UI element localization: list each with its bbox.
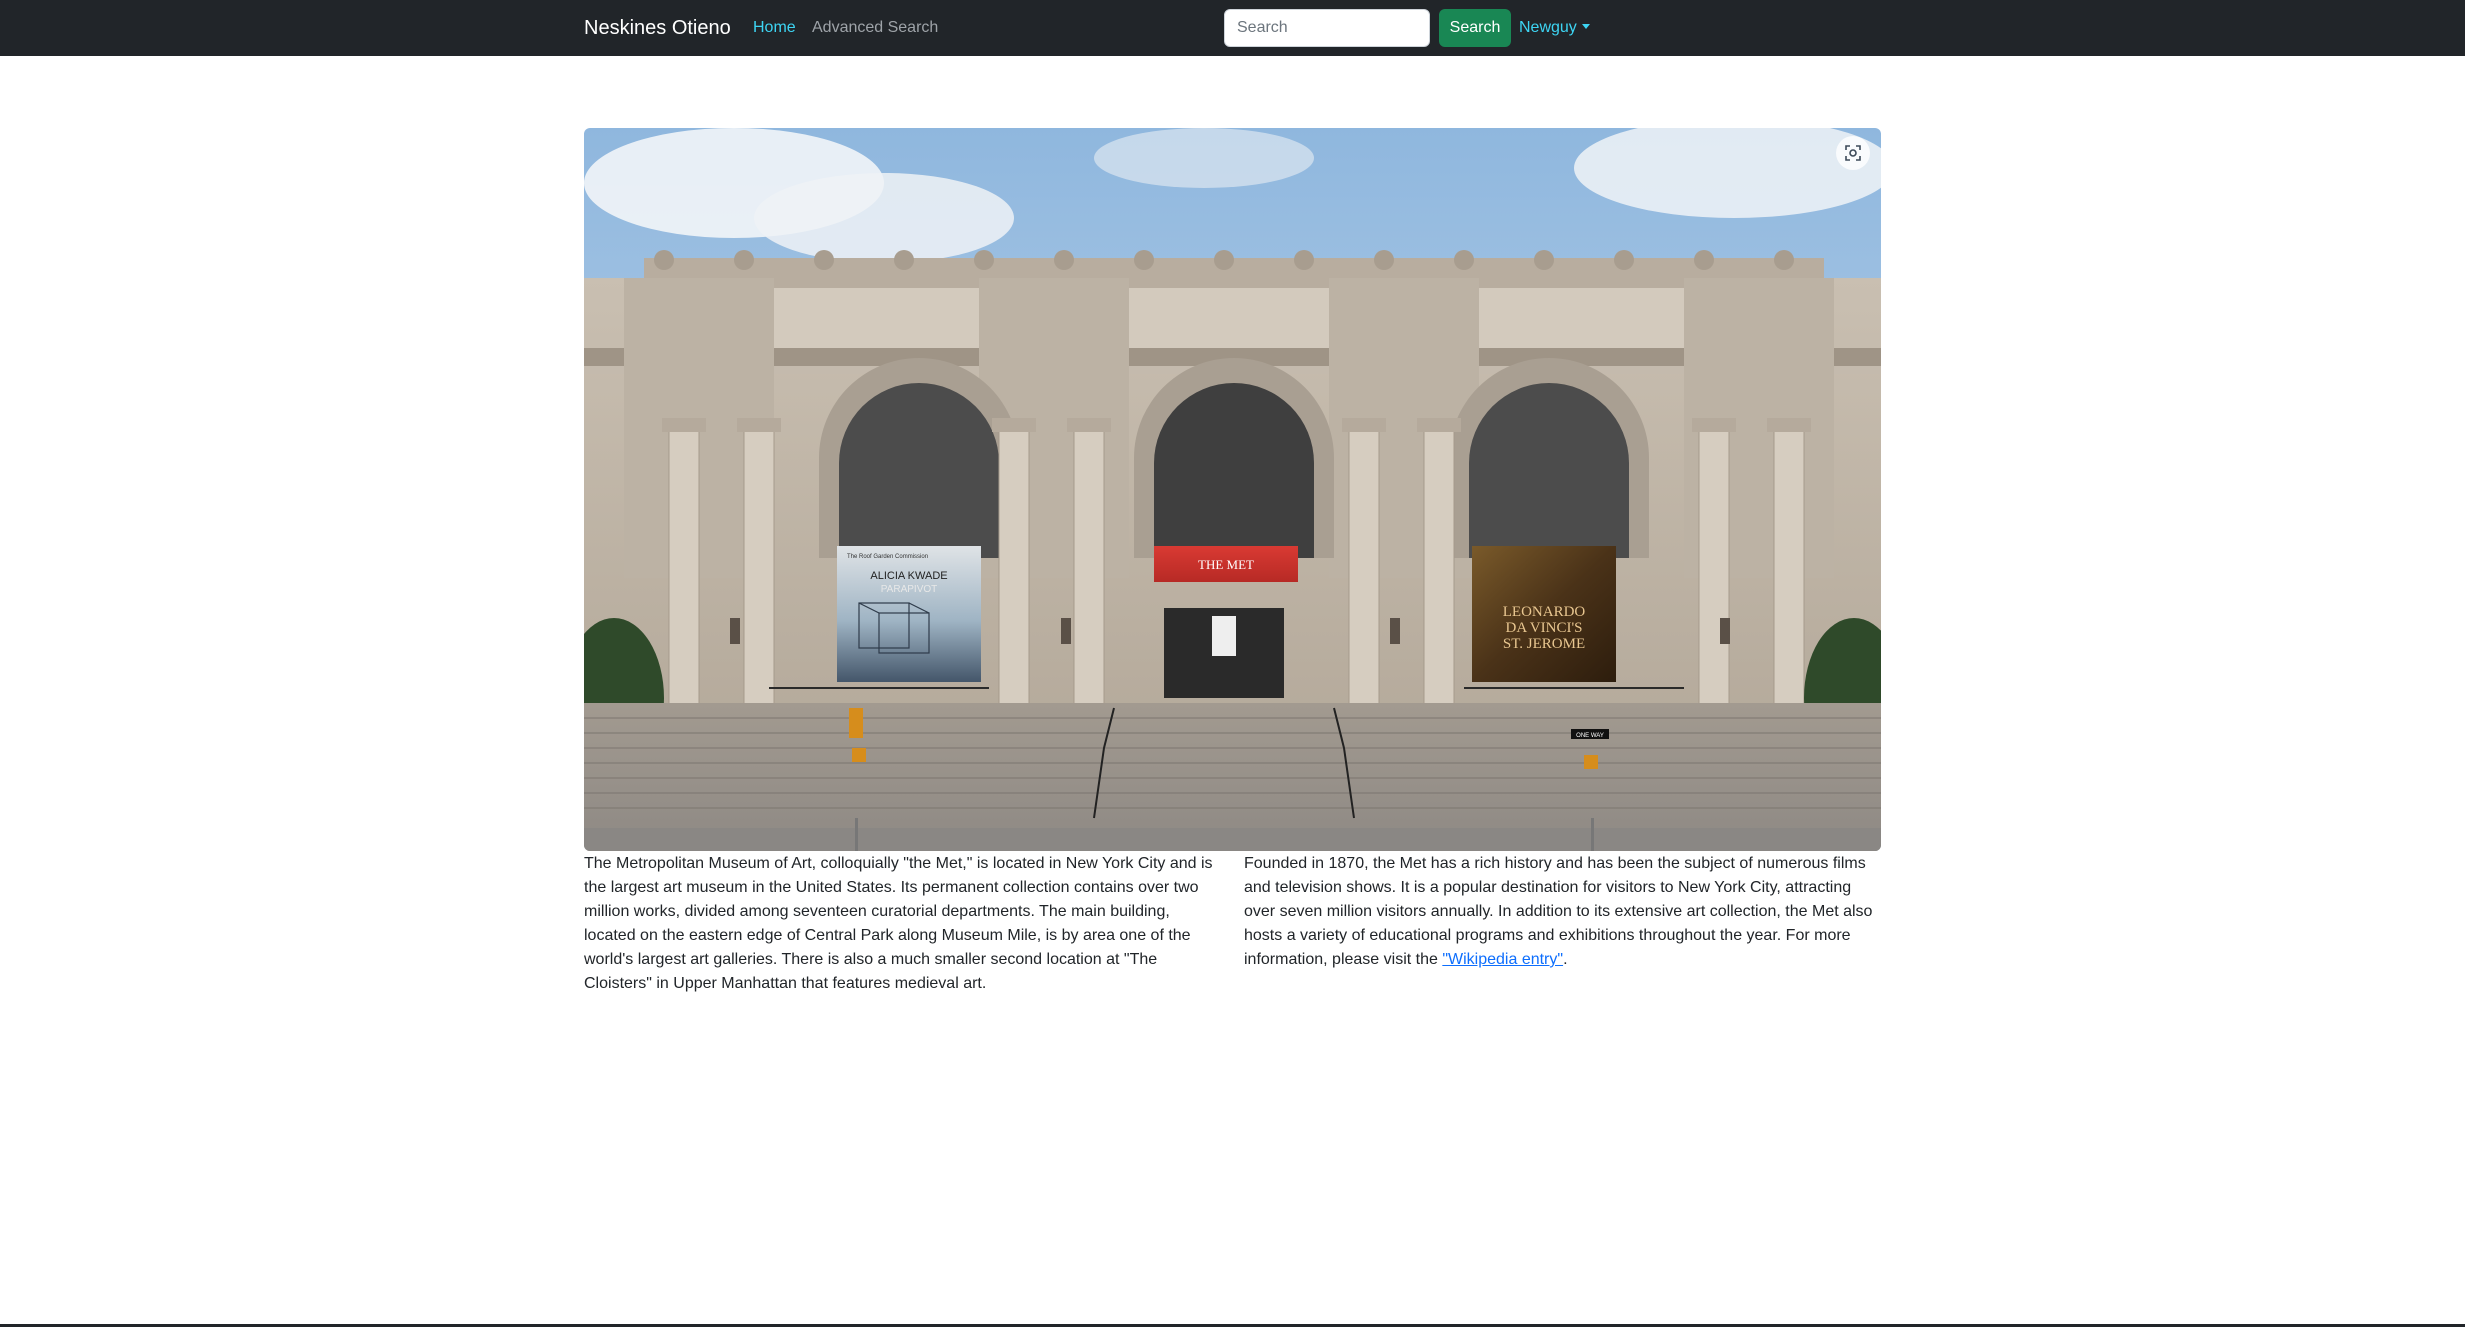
search-input[interactable] (1224, 9, 1430, 47)
left-banner-title: ALICIA KWADE (870, 570, 947, 582)
right-banner-line-3: ST. JEROME (1503, 636, 1585, 652)
top-navbar: Neskines Otieno Home Advanced Search Sea… (0, 0, 2465, 56)
description-left-column: The Metropolitan Museum of Art, colloqui… (584, 852, 1224, 996)
right-banner-line-2: DA VINCI'S (1505, 620, 1582, 636)
left-banner-small-text: The Roof Garden Commission (847, 554, 928, 560)
description-right-column: Founded in 1870, the Met has a rich hist… (1244, 852, 1884, 972)
history-text-end: . (1563, 951, 1568, 968)
museum-facade-photo: The Roof Garden Commission ALICIA KWADE … (584, 128, 1881, 851)
museum-description-paragraph: The Metropolitan Museum of Art, colloqui… (584, 855, 1213, 992)
fullscreen-button[interactable] (1836, 136, 1870, 170)
user-menu-dropdown[interactable]: Newguy (1519, 17, 1590, 39)
chevron-down-icon (1581, 24, 1590, 29)
user-menu-label: Newguy (1519, 19, 1577, 36)
fullscreen-icon (1845, 145, 1861, 161)
nav-link-advanced-search[interactable]: Advanced Search (812, 17, 938, 39)
left-banner-subtitle: PARAPIVOT (881, 584, 938, 595)
wikipedia-link[interactable]: "Wikipedia entry" (1442, 951, 1563, 968)
street-sign-text: ONE WAY (1576, 733, 1604, 739)
right-banner-line-1: LEONARDO (1503, 604, 1586, 620)
page: Neskines Otieno Home Advanced Search Sea… (0, 0, 2465, 1327)
nav-link-home[interactable]: Home (753, 17, 796, 39)
hero-image: The Roof Garden Commission ALICIA KWADE … (584, 128, 1881, 851)
museum-history-paragraph: Founded in 1870, the Met has a rich hist… (1244, 852, 1884, 972)
brand-link[interactable]: Neskines Otieno (584, 14, 731, 42)
search-button[interactable]: Search (1439, 9, 1511, 47)
center-banner-text: THE MET (1198, 557, 1254, 572)
